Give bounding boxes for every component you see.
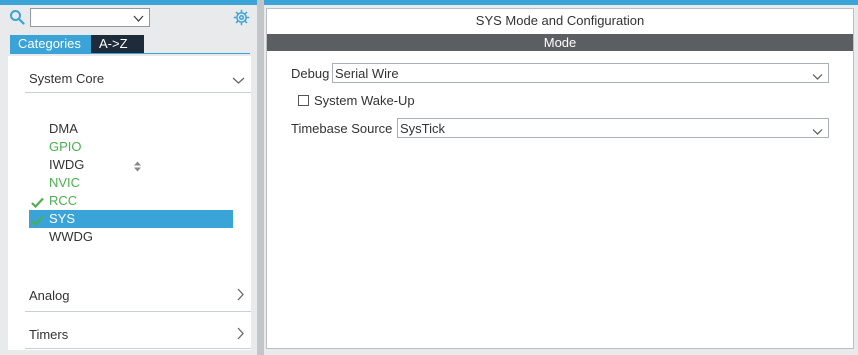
category-label: System Core (29, 71, 105, 86)
divider (25, 92, 251, 93)
wake-up-checkbox[interactable] (298, 95, 309, 106)
page-title: SYS Mode and Configuration (475, 13, 645, 28)
list-item-sys[interactable]: SYS (29, 210, 233, 228)
item-label: DMA (49, 121, 78, 136)
list-item-gpio[interactable]: GPIO (29, 138, 233, 156)
category-tabs: Categories A->Z (10, 35, 144, 53)
list-item-rcc[interactable]: RCC (29, 192, 233, 210)
category-panel: System Core DMA GPIO IWDG NVIC RCC SYS W… (8, 56, 251, 350)
mode-header: Mode (267, 34, 853, 51)
timebase-select[interactable]: SysTick (397, 118, 829, 138)
list-item-wwdg[interactable]: WWDG (29, 228, 233, 246)
panel-splitter[interactable] (257, 0, 264, 355)
divider (25, 311, 251, 312)
category-timers[interactable]: Timers (29, 324, 251, 346)
chevron-right-icon[interactable] (236, 327, 245, 343)
chevron-down-icon[interactable] (232, 73, 245, 88)
search-icon[interactable] (9, 9, 25, 25)
timebase-value: SysTick (400, 121, 446, 136)
category-system-core[interactable]: System Core (29, 68, 251, 90)
list-item-iwdg[interactable]: IWDG (29, 156, 233, 174)
top-accent-strip (0, 0, 257, 5)
item-label: GPIO (49, 139, 82, 154)
top-accent-strip (264, 0, 858, 5)
gear-icon[interactable] (233, 9, 250, 26)
search-combo[interactable] (30, 8, 150, 27)
tab-a-to-z[interactable]: A->Z (91, 35, 144, 53)
item-label: NVIC (49, 175, 81, 190)
list-item-dma[interactable]: DMA (29, 120, 233, 138)
right-panel: SYS Mode and Configuration Mode Debug Se… (264, 0, 858, 355)
item-label: SYS (49, 211, 76, 226)
configuration-box: SYS Mode and Configuration Mode Debug Se… (266, 8, 854, 349)
chevron-down-icon[interactable] (812, 124, 823, 139)
left-panel: Categories A->Z System Core DMA GPIO IWD… (0, 0, 257, 355)
chevron-right-icon[interactable] (236, 288, 245, 304)
divider (25, 348, 251, 349)
timebase-label: Timebase Source (291, 121, 393, 136)
chevron-down-icon[interactable] (812, 69, 823, 84)
item-label: IWDG (49, 157, 85, 172)
category-label: Analog (29, 288, 70, 303)
category-analog[interactable]: Analog (29, 285, 251, 307)
item-label: RCC (49, 193, 78, 208)
tab-categories[interactable]: Categories (10, 35, 91, 53)
tabs-underline (10, 53, 250, 54)
debug-label: Debug (291, 66, 330, 81)
category-label: Timers (29, 327, 69, 342)
wake-up-label: System Wake-Up (314, 93, 415, 108)
list-item-nvic[interactable]: NVIC (29, 174, 233, 192)
item-label: WWDG (49, 229, 94, 244)
debug-value: Serial Wire (335, 66, 399, 81)
system-core-list: DMA GPIO IWDG NVIC RCC SYS WWDG (29, 120, 233, 246)
debug-select[interactable]: Serial Wire (332, 63, 829, 83)
chevron-down-icon[interactable] (133, 12, 144, 27)
